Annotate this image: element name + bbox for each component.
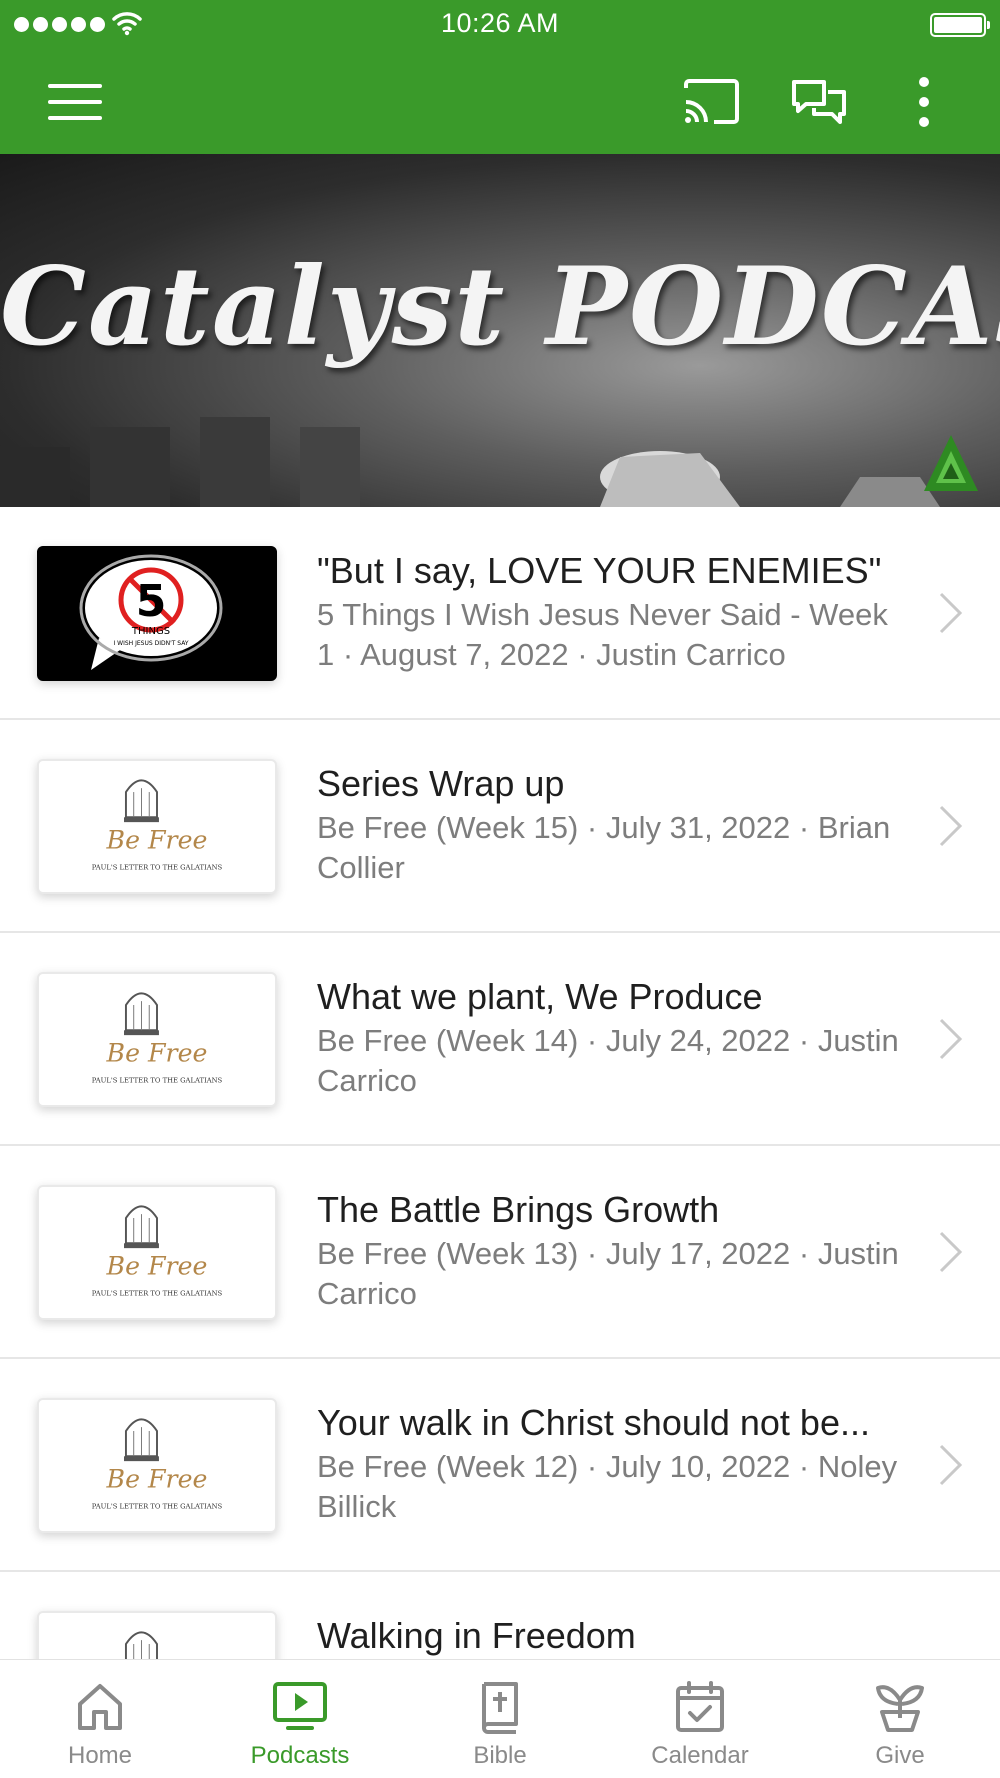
mixer-knobs-graphic xyxy=(0,417,940,507)
calendar-icon xyxy=(676,1681,724,1732)
tab-give[interactable]: Give xyxy=(800,1660,1000,1778)
tab-bible-label: Bible xyxy=(473,1742,527,1769)
episode-thumbnail: 5 THINGS I WISH JESUS DIDN'T SAY xyxy=(37,546,277,681)
episode-thumbnail: Be Free PAUL'S LETTER TO THE GALATIANS xyxy=(37,972,277,1107)
list-item[interactable]: 5 THINGS I WISH JESUS DIDN'T SAY "But I … xyxy=(0,507,1000,720)
list-item[interactable]: Be Free PAUL'S LETTER TO THE GALATIANS Y… xyxy=(0,1359,1000,1572)
more-vertical-icon[interactable] xyxy=(908,74,940,130)
episode-list: 5 THINGS I WISH JESUS DIDN'T SAY "But I … xyxy=(0,507,1000,1778)
be-free-artwork: Be Free PAUL'S LETTER TO THE GALATIANS xyxy=(92,992,223,1085)
episode-title: What we plant, We Produce xyxy=(317,976,763,1017)
be-free-artwork: Be Free PAUL'S LETTER TO THE GALATIANS xyxy=(92,1418,223,1511)
chevron-right-icon xyxy=(939,1018,963,1060)
app-header: 10:26 AM xyxy=(0,0,1000,154)
home-icon xyxy=(78,1684,122,1730)
be-free-artwork: Be Free PAUL'S LETTER TO THE GALATIANS xyxy=(92,1205,223,1298)
be-free-script: Be Free xyxy=(106,825,208,854)
status-time: 10:26 AM xyxy=(440,8,560,38)
tab-podcasts-label: Podcasts xyxy=(250,1742,350,1769)
status-bar: 10:26 AM xyxy=(0,0,1000,50)
give-plant-icon xyxy=(876,1685,924,1732)
battery-icon xyxy=(930,13,990,37)
episode-title: Series Wrap up xyxy=(317,763,565,804)
tab-podcasts[interactable]: Podcasts xyxy=(200,1660,400,1778)
catalyst-logo-icon xyxy=(924,435,978,491)
be-free-caption: PAUL'S LETTER TO THE GALATIANS xyxy=(92,1503,223,1511)
episode-title: Your walk in Christ should not be... xyxy=(317,1402,870,1443)
list-item[interactable]: Be Free PAUL'S LETTER TO THE GALATIANS W… xyxy=(0,933,1000,1146)
five-big: 5 xyxy=(136,576,167,627)
list-item[interactable]: Be Free PAUL'S LETTER TO THE GALATIANS T… xyxy=(0,1146,1000,1359)
podcast-play-icon xyxy=(273,1682,327,1730)
be-free-script: Be Free xyxy=(106,1251,208,1280)
chevron-right-icon xyxy=(939,1444,963,1486)
episode-subtitle: Be Free (Week 13) · July 17, 2022 · Just… xyxy=(317,1236,899,1311)
episode-thumbnail: Be Free PAUL'S LETTER TO THE GALATIANS xyxy=(37,1185,277,1320)
be-free-script: Be Free xyxy=(106,1464,208,1493)
chat-bubbles-icon[interactable] xyxy=(790,78,848,128)
tab-calendar[interactable]: Calendar xyxy=(600,1660,800,1778)
tab-calendar-label: Calendar xyxy=(651,1742,749,1769)
episode-thumbnail: Be Free PAUL'S LETTER TO THE GALATIANS xyxy=(37,1398,277,1533)
be-free-artwork: Be Free PAUL'S LETTER TO THE GALATIANS xyxy=(92,779,223,872)
tab-bible[interactable]: Bible xyxy=(400,1660,600,1778)
episode-title: "But I say, LOVE YOUR ENEMIES" xyxy=(317,550,882,591)
chevron-right-icon xyxy=(939,1231,963,1273)
hamburger-menu-icon[interactable] xyxy=(46,80,104,124)
podcast-banner: Catalyst PODCAST xyxy=(0,154,1000,507)
be-free-caption: PAUL'S LETTER TO THE GALATIANS xyxy=(92,1290,223,1298)
tab-home-label: Home xyxy=(67,1742,133,1769)
episode-title: Walking in Freedom xyxy=(317,1615,636,1656)
episode-thumbnail: Be Free PAUL'S LETTER TO THE GALATIANS xyxy=(37,759,277,894)
cast-icon[interactable] xyxy=(682,78,740,126)
chevron-right-icon xyxy=(939,592,963,634)
episode-title: The Battle Brings Growth xyxy=(317,1189,720,1230)
five-things-artwork: 5 THINGS I WISH JESUS DIDN'T SAY xyxy=(39,548,275,679)
five-line1: THINGS xyxy=(131,626,170,637)
list-item[interactable]: Be Free PAUL'S LETTER TO THE GALATIANS S… xyxy=(0,720,1000,933)
five-line2: I WISH JESUS DIDN'T SAY xyxy=(113,640,188,647)
episode-subtitle: Be Free (Week 15) · July 31, 2022 · Bria… xyxy=(317,810,891,885)
episode-subtitle: 5 Things I Wish Jesus Never Said - Week … xyxy=(317,597,888,672)
bible-icon xyxy=(482,1682,518,1734)
be-free-caption: PAUL'S LETTER TO THE GALATIANS xyxy=(92,1077,223,1085)
be-free-script: Be Free xyxy=(106,1038,208,1067)
episode-subtitle: Be Free (Week 14) · July 24, 2022 · Just… xyxy=(317,1023,899,1098)
bottom-tab-bar: Home Podcasts Bible Calendar Give xyxy=(0,1659,1000,1778)
banner-title: Catalyst PODCAST xyxy=(0,244,1000,370)
tab-give-label: Give xyxy=(875,1742,925,1769)
chevron-right-icon xyxy=(939,805,963,847)
be-free-caption: PAUL'S LETTER TO THE GALATIANS xyxy=(92,864,223,872)
tab-home[interactable]: Home xyxy=(0,1660,200,1778)
episode-subtitle: Be Free (Week 12) · July 10, 2022 · Nole… xyxy=(317,1449,898,1524)
